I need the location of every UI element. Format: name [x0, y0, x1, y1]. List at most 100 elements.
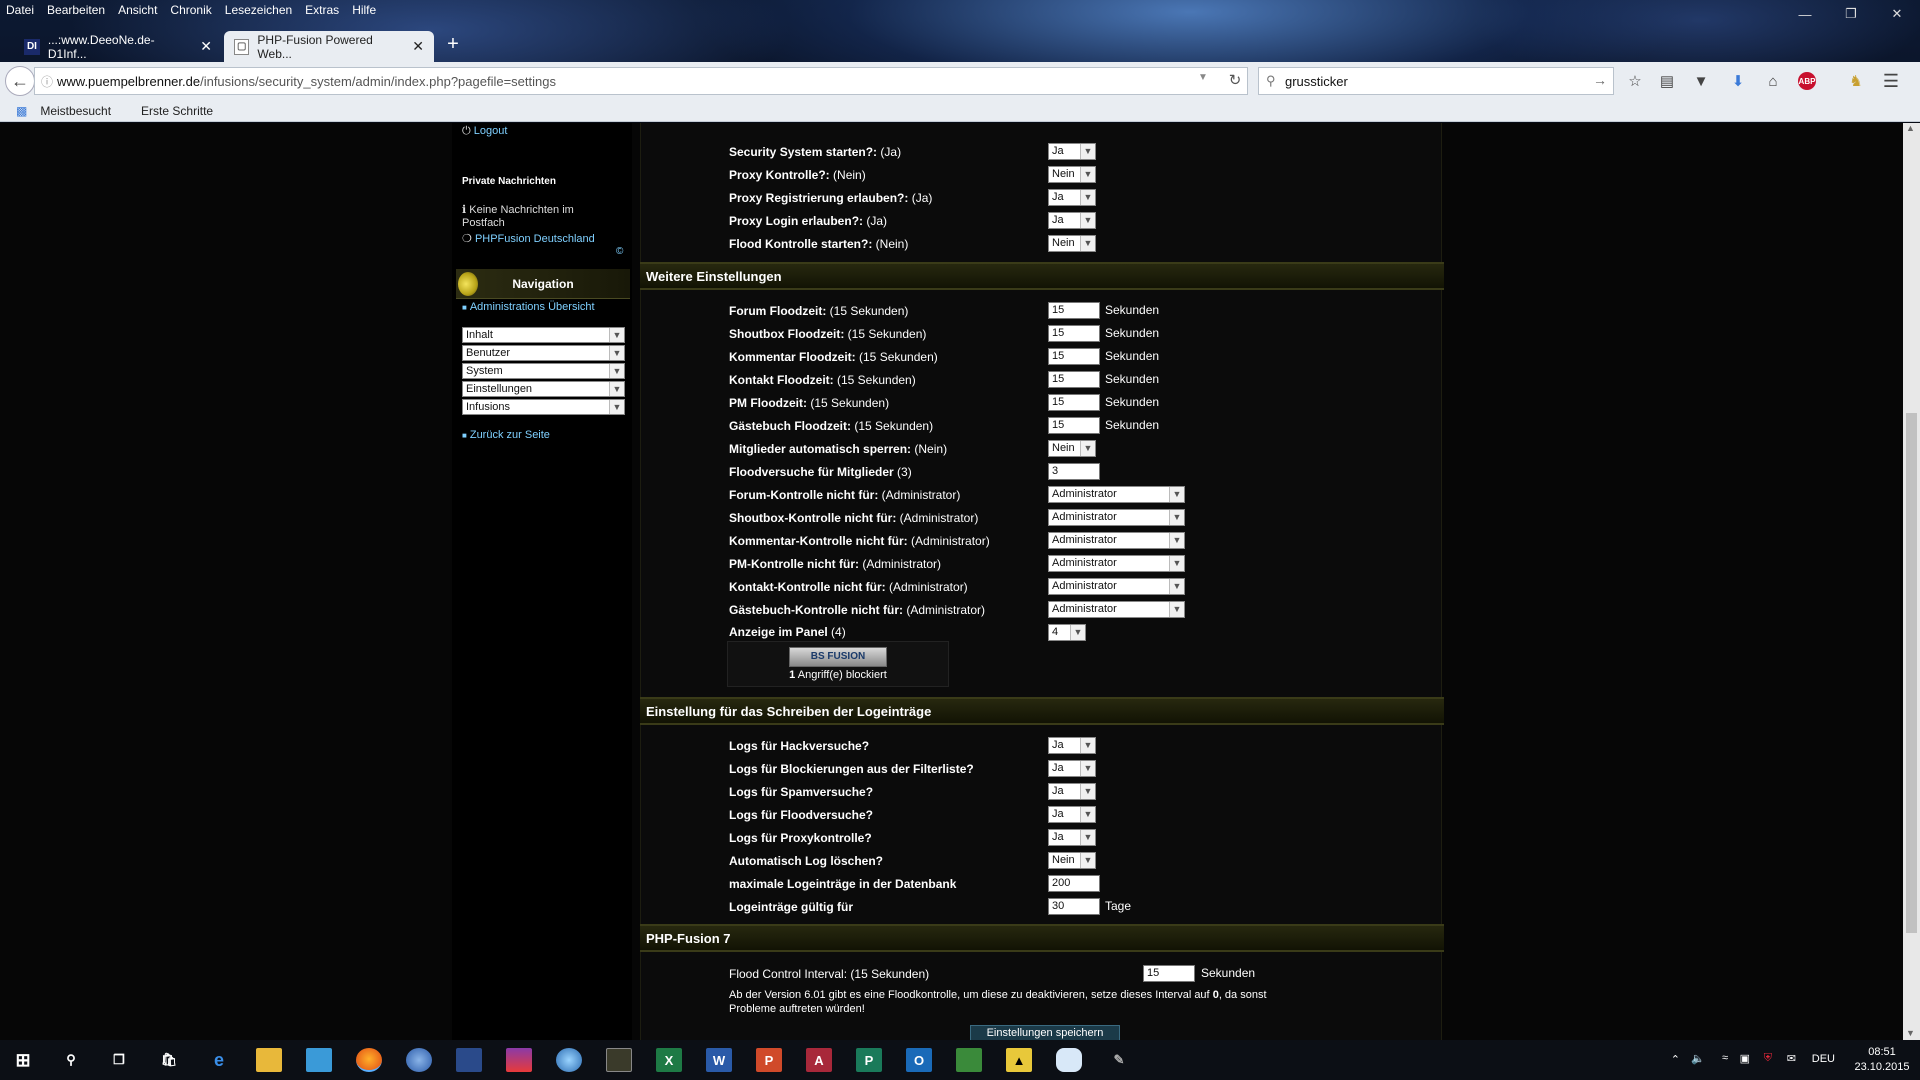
select-infusions[interactable]: Infusions ▼	[462, 399, 625, 415]
select-inhalt[interactable]: Inhalt ▼	[462, 327, 625, 343]
tab-deeone[interactable]: DI ...:www.DeeoNe.de-D1Inf... ✕	[14, 31, 222, 62]
guestbook-control-select[interactable]: Administrator ▼	[1048, 601, 1185, 618]
language-indicator[interactable]: DEU	[1812, 1053, 1835, 1065]
app-icon[interactable]	[306, 1048, 332, 1072]
chevron-up-icon[interactable]: ⌃	[1671, 1053, 1680, 1066]
proxy-login-select[interactable]: Ja ▼	[1048, 212, 1096, 229]
outlook-icon[interactable]: O	[906, 1048, 932, 1072]
contact-control-select[interactable]: Administrator ▼	[1048, 578, 1185, 595]
scroll-down-icon[interactable]: ▼	[1906, 1028, 1915, 1038]
globe-icon[interactable]	[556, 1048, 582, 1072]
clock[interactable]: 08:51 23.10.2015	[1852, 1045, 1912, 1075]
select-einstellungen[interactable]: Einstellungen ▼	[462, 381, 625, 397]
maximize-icon[interactable]: ❐	[1828, 0, 1874, 28]
copyright-icon[interactable]: ©	[616, 246, 623, 257]
volume-icon[interactable]: 🔈	[1691, 1052, 1705, 1065]
reload-icon[interactable]: ↻	[1225, 66, 1245, 94]
star-icon[interactable]: ☆	[1624, 70, 1646, 92]
home-icon[interactable]: ⌂	[1762, 70, 1784, 92]
log-autodelete-select[interactable]: Nein ▼	[1048, 852, 1096, 869]
pocket-icon[interactable]: ▼	[1690, 70, 1712, 92]
extension-icon[interactable]: ♞	[1845, 70, 1867, 92]
log-hack-select[interactable]: Ja ▼	[1048, 737, 1096, 754]
flood-start-select[interactable]: Nein ▼	[1048, 235, 1096, 252]
pm-flood-input[interactable]: 15	[1048, 394, 1100, 411]
menu-lesezeichen[interactable]: Lesezeichen	[225, 3, 292, 17]
comment-control-select[interactable]: Administrator ▼	[1048, 532, 1185, 549]
logout-link[interactable]: ⏻ Logout	[462, 125, 507, 138]
info-icon[interactable]: ⓘ	[41, 73, 53, 90]
url-dropdown-icon[interactable]: ▼	[1198, 72, 1208, 83]
download-icon[interactable]: ⬇	[1727, 70, 1749, 92]
batman-icon[interactable]: ▲	[1006, 1048, 1032, 1072]
powerpoint-icon[interactable]: P	[756, 1048, 782, 1072]
close-icon[interactable]: ✕	[1874, 0, 1920, 28]
publisher-icon[interactable]: P	[856, 1048, 882, 1072]
menu-ansicht[interactable]: Ansicht	[118, 3, 157, 17]
back-to-site-link[interactable]: ■ Zurück zur Seite	[462, 429, 550, 441]
spreadsheet-icon[interactable]	[956, 1048, 982, 1072]
scroll-up-icon[interactable]: ▲	[1906, 123, 1915, 133]
excel-icon[interactable]: X	[656, 1048, 682, 1072]
cloud-icon[interactable]	[1056, 1048, 1082, 1072]
bookmark-erste-schritte[interactable]: Erste Schritte	[133, 104, 213, 118]
word-icon[interactable]: W	[706, 1048, 732, 1072]
menu-icon[interactable]: ☰	[1880, 70, 1902, 92]
search-icon[interactable]: ⚲	[58, 1048, 84, 1072]
menu-datei[interactable]: Datei	[6, 3, 34, 17]
log-valid-input[interactable]: 30	[1048, 898, 1100, 915]
close-tab-icon[interactable]: ✕	[200, 38, 212, 55]
tool-icon[interactable]	[456, 1048, 482, 1072]
store-icon[interactable]: 🛍	[156, 1048, 182, 1072]
menu-chronik[interactable]: Chronik	[170, 3, 211, 17]
forum-control-select[interactable]: Administrator ▼	[1048, 486, 1185, 503]
log-block-select[interactable]: Ja ▼	[1048, 760, 1096, 777]
panel-display-select[interactable]: 4 ▼	[1048, 624, 1086, 641]
auto-lock-select[interactable]: Nein ▼	[1048, 440, 1096, 457]
shoutbox-flood-input[interactable]: 15	[1048, 325, 1100, 342]
log-proxy-select[interactable]: Ja ▼	[1048, 829, 1096, 846]
flood-attempts-input[interactable]: 3	[1048, 463, 1100, 480]
bookmark-meistbesucht[interactable]: ▩ Meistbesucht	[8, 104, 111, 118]
security-start-select[interactable]: Ja ▼	[1048, 143, 1096, 160]
tab-phpfusion[interactable]: ▢ PHP-Fusion Powered Web... ✕	[224, 31, 434, 62]
flood-interval-input[interactable]: 15	[1143, 965, 1195, 982]
forum-flood-input[interactable]: 15	[1048, 302, 1100, 319]
select-benutzer[interactable]: Benutzer ▼	[462, 345, 625, 361]
close-tab-icon[interactable]: ✕	[412, 38, 424, 55]
task-view-icon[interactable]: ❐	[106, 1048, 132, 1072]
proxy-control-select[interactable]: Nein ▼	[1048, 166, 1096, 183]
menu-hilfe[interactable]: Hilfe	[352, 3, 376, 17]
search-go-icon[interactable]: →	[1593, 72, 1607, 88]
menu-extras[interactable]: Extras	[305, 3, 339, 17]
log-max-input[interactable]: 200	[1048, 875, 1100, 892]
scrollbar-thumb[interactable]	[1906, 413, 1917, 933]
page-scrollbar[interactable]: ▲ ▼	[1903, 123, 1920, 1040]
back-arrow-icon[interactable]: ←	[5, 66, 35, 96]
shoutbox-control-select[interactable]: Administrator ▼	[1048, 509, 1185, 526]
minimize-icon[interactable]: —	[1782, 0, 1828, 28]
proxy-register-select[interactable]: Ja ▼	[1048, 189, 1096, 206]
pm-control-select[interactable]: Administrator ▼	[1048, 555, 1185, 572]
reading-list-icon[interactable]: ▤	[1656, 70, 1678, 92]
archive-icon[interactable]	[506, 1048, 532, 1072]
log-flood-select[interactable]: Ja ▼	[1048, 806, 1096, 823]
search-input[interactable]: ⚲ grussticker →	[1258, 67, 1614, 95]
log-spam-select[interactable]: Ja ▼	[1048, 783, 1096, 800]
contact-flood-input[interactable]: 15	[1048, 371, 1100, 388]
pen-icon[interactable]: ✎	[1106, 1048, 1132, 1072]
guestbook-flood-input[interactable]: 15	[1048, 417, 1100, 434]
adblock-icon[interactable]: ABP	[1798, 72, 1816, 90]
message-icon[interactable]: ✉	[1787, 1052, 1796, 1065]
film-icon[interactable]	[606, 1048, 632, 1072]
wifi-icon[interactable]: ≈	[1722, 1052, 1728, 1064]
menu-bearbeiten[interactable]: Bearbeiten	[47, 3, 105, 17]
new-tab-icon[interactable]: +	[438, 33, 468, 56]
access-icon[interactable]: A	[806, 1048, 832, 1072]
select-system[interactable]: System ▼	[462, 363, 625, 379]
save-settings-button[interactable]: Einstellungen speichern	[970, 1025, 1120, 1041]
pm-link[interactable]: ❍ PHPFusion Deutschland	[462, 232, 595, 245]
admin-overview-link[interactable]: ■ Administrations Übersicht	[462, 301, 595, 313]
thunderbird-icon[interactable]	[406, 1048, 432, 1072]
edge-icon[interactable]: e	[206, 1048, 232, 1072]
